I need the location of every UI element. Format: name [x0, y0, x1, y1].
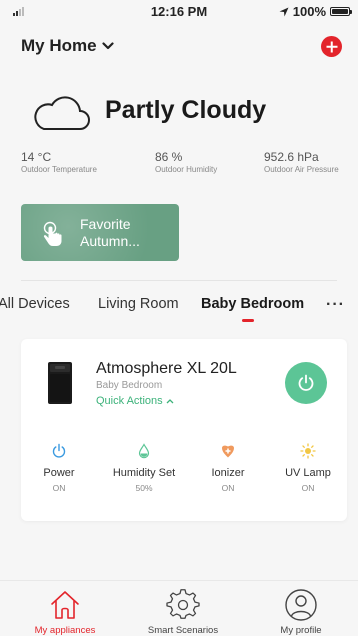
control-state: ON [52, 483, 66, 493]
chevron-up-icon [166, 399, 174, 404]
cloud-icon [34, 96, 90, 130]
outdoor-temperature: 14 °C Outdoor Temperature [21, 150, 97, 174]
ionizer-control[interactable]: Ionizer ON [188, 442, 268, 493]
battery-status: 100% [279, 4, 352, 19]
more-rooms-button[interactable]: ··· [326, 296, 345, 314]
pressure-label: Outdoor Air Pressure [264, 165, 339, 174]
add-device-button[interactable] [321, 36, 342, 57]
power-icon [52, 443, 66, 458]
quick-actions-label: Quick Actions [96, 395, 163, 407]
weather-condition: Partly Cloudy [105, 96, 267, 124]
control-state: ON [301, 483, 315, 493]
sun-icon [300, 443, 316, 459]
nav-label: My appliances [34, 625, 96, 636]
favorite-scenario-name: Autumn... [80, 233, 140, 249]
temperature-value: 14 °C [21, 150, 52, 164]
gear-icon [166, 589, 200, 619]
control-name: UV Lamp [285, 467, 331, 479]
favorite-scenario-text: Favorite Autumn... [80, 216, 140, 250]
quick-actions-toggle[interactable]: Quick Actions [96, 395, 174, 407]
divider [21, 280, 337, 281]
water-drop-icon [138, 443, 150, 459]
favorite-scenario-card[interactable]: Favorite Autumn... [21, 204, 179, 261]
control-name: Humidity Set [112, 467, 176, 479]
outdoor-pressure: 952.6 hPa Outdoor Air Pressure [264, 150, 339, 174]
uv-lamp-control[interactable]: UV Lamp ON [268, 442, 348, 493]
control-state: 50% [135, 483, 153, 493]
device-name: Atmosphere XL 20L [96, 360, 237, 377]
dehumidifier-image [48, 362, 72, 404]
control-state: ON [221, 483, 235, 493]
nav-my-profile[interactable]: My profile [246, 587, 356, 636]
tab-living-room[interactable]: Living Room [98, 296, 179, 312]
pressure-value: 952.6 hPa [264, 150, 319, 164]
ionizer-icon [222, 445, 234, 458]
humidity-value: 86 % [155, 150, 183, 164]
tap-hand-icon [43, 221, 62, 246]
temperature-label: Outdoor Temperature [21, 165, 97, 174]
outdoor-humidity: 86 % Outdoor Humidity [155, 150, 217, 174]
nav-label: My profile [280, 625, 322, 636]
nav-smart-scenarios[interactable]: Smart Scenarios [128, 587, 238, 636]
humidity-label: Outdoor Humidity [155, 165, 218, 174]
status-bar: 12:16 PM 100% [0, 0, 358, 22]
tab-baby-bedroom[interactable]: Baby Bedroom [201, 296, 304, 312]
nav-label: Smart Scenarios [147, 625, 219, 636]
nav-my-appliances[interactable]: My appliances [10, 587, 120, 636]
bottom-navigation: My appliances Smart Scenarios My profile [0, 580, 358, 636]
favorite-label: Favorite [80, 216, 131, 232]
humidity-set-control[interactable]: Humidity Set 50% [104, 442, 184, 493]
location-arrow-icon [279, 7, 289, 16]
device-power-button[interactable] [285, 362, 327, 404]
power-icon [298, 374, 314, 391]
user-icon [285, 589, 317, 621]
home-icon [51, 591, 79, 619]
power-control[interactable]: Power ON [19, 442, 99, 493]
control-name: Power [43, 467, 75, 479]
device-room: Baby Bedroom [96, 380, 163, 391]
active-tab-indicator [242, 319, 254, 322]
home-selector[interactable]: My Home [21, 36, 114, 56]
chevron-down-icon [101, 42, 114, 50]
battery-icon [330, 7, 352, 16]
device-card[interactable]: Atmosphere XL 20L Baby Bedroom Quick Act… [21, 339, 347, 521]
tab-all-devices[interactable]: All Devices [0, 296, 70, 312]
control-name: Ionizer [211, 467, 245, 479]
battery-percent: 100% [292, 4, 326, 19]
home-title: My Home [21, 36, 97, 55]
